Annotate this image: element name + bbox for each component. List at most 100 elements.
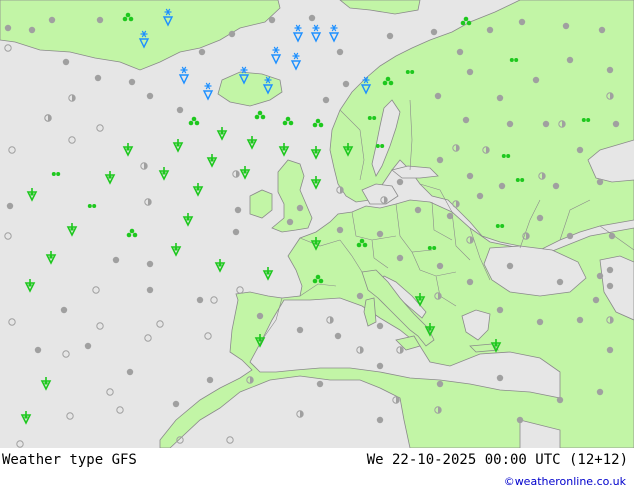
dry-dot-icon [592,296,600,304]
open-dot-icon [210,296,218,304]
ireland-landmass [249,189,273,219]
credit-link[interactable]: ©weatheronline.co.uk [504,475,626,488]
dry-dot-icon [396,178,404,186]
valid-time-label: We 22-10-2025 00:00 UTC (12+12) [366,452,628,468]
rain-shower-icon [26,188,38,202]
rain-shower-icon [20,411,32,425]
dry-dot-icon [376,230,384,238]
dry-dot-icon [342,80,350,88]
dry-dot-icon [566,56,574,64]
rain-shower-icon [262,267,274,281]
dry-dot-icon [112,256,120,264]
dry-dot-icon [430,28,438,36]
svalbard-landmass [339,0,421,15]
dry-dot-icon [128,78,136,86]
open-dot-icon [226,436,234,444]
open-dot-icon [144,334,152,342]
dry-dot-icon [60,306,68,314]
drizzle-icon [51,172,61,176]
dry-dot-icon [466,278,474,286]
dry-dot-icon [322,96,330,104]
dry-dot-icon [146,260,154,268]
rain-shower-icon [170,243,182,257]
rain-shower-icon [45,251,57,265]
dry-dot-icon [536,318,544,326]
greenland-landmass [0,0,281,71]
rain-shower-icon [158,167,170,181]
dry-dot-icon [6,202,14,210]
dry-dot-icon [268,16,276,24]
snow-icon [292,24,304,43]
dry-dot-icon [606,266,614,274]
dry-dot-icon [506,120,514,128]
dry-dot-icon [356,292,364,300]
dry-dot-icon [556,278,564,286]
rain-shower-icon [104,171,116,185]
open-dot-icon [236,286,244,294]
open-dot-icon [66,412,74,420]
dry-dot-icon [436,156,444,164]
dry-dot-icon [612,120,620,128]
snow-icon [270,46,282,65]
dry-dot-icon [126,368,134,376]
dry-dot-icon [4,24,12,32]
half-dot-icon [296,410,304,418]
snow-icon [178,66,190,85]
dry-dot-icon [228,30,236,38]
open-dot-icon [156,320,164,328]
half-dot-icon [232,170,240,178]
dry-dot-icon [28,26,36,34]
dry-dot-icon [576,316,584,324]
open-dot-icon [96,322,104,330]
dry-dot-icon [146,92,154,100]
dry-dot-icon [496,94,504,102]
dry-dot-icon [496,374,504,382]
rain-shower-icon [206,154,218,168]
open-dot-icon [8,146,16,154]
rain-shower-icon [66,223,78,237]
dry-dot-icon [556,396,564,404]
dry-dot-icon [336,226,344,234]
thunderstorm-cloud-icon [254,110,266,120]
dry-dot-icon [516,416,524,424]
rain-shower-icon [214,259,226,273]
dry-dot-icon [176,106,184,114]
open-dot-icon [62,350,70,358]
dry-dot-icon [376,362,384,370]
map-footer: Weather type GFS We 22-10-2025 00:00 UTC… [0,448,634,490]
rain-shower-icon [216,127,228,141]
dry-dot-icon [506,262,514,270]
rain-shower-icon [192,183,204,197]
rain-shower-icon [122,143,134,157]
snow-icon [290,52,302,71]
dry-dot-icon [598,26,606,34]
dry-dot-icon [308,14,316,22]
dry-dot-icon [376,322,384,330]
open-dot-icon [16,440,24,448]
dry-dot-icon [436,262,444,270]
dry-dot-icon [466,172,474,180]
snow-icon [202,82,214,101]
dry-dot-icon [414,206,422,214]
dry-dot-icon [608,232,616,240]
dry-dot-icon [96,16,104,24]
dry-dot-icon [518,18,526,26]
dry-dot-icon [496,306,504,314]
dry-dot-icon [172,400,180,408]
dry-dot-icon [456,48,464,56]
snow-icon [328,24,340,43]
dry-dot-icon [48,16,56,24]
rain-shower-icon [172,139,184,153]
dry-dot-icon [84,342,92,350]
map-type-label: Weather type GFS [2,452,137,468]
dry-dot-icon [386,32,394,40]
dry-dot-icon [62,58,70,66]
dry-dot-icon [234,206,242,214]
dry-dot-icon [542,120,550,128]
iceland-landmass [217,71,283,107]
dry-dot-icon [206,376,214,384]
dry-dot-icon [296,326,304,334]
drizzle-icon [87,204,97,208]
dry-dot-icon [596,272,604,280]
dry-dot-icon [94,74,102,82]
